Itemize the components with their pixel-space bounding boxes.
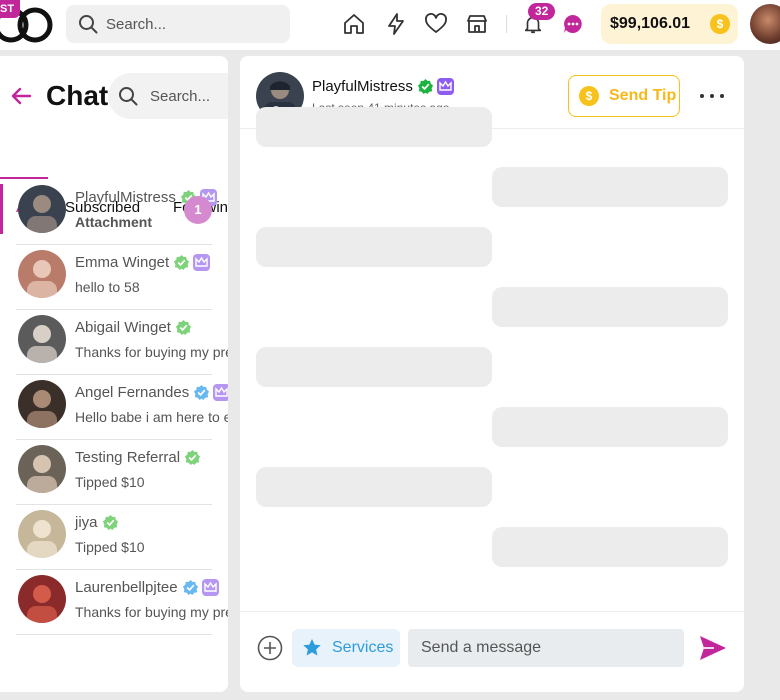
conversation-item[interactable]: Emma Winget hello to 58 [0, 245, 228, 310]
conversation-name-row: PlayfulMistress [312, 78, 454, 95]
heart-icon[interactable] [423, 11, 449, 37]
message-preview: Thanks for buying my premium [75, 344, 228, 360]
chat-search-input[interactable] [150, 87, 228, 105]
unread-count-badge: 1 [184, 196, 212, 224]
avatar [18, 445, 66, 493]
search-icon [79, 15, 98, 34]
message-input-wrapper[interactable] [408, 629, 684, 667]
conversation-name-row: Laurenbellpjtee [75, 579, 219, 596]
message-icon[interactable] [560, 11, 586, 37]
message-preview: Attachment [75, 214, 153, 230]
conversation-name-row: Abigail Winget [75, 319, 192, 336]
global-search-input[interactable] [106, 15, 276, 33]
avatar [18, 250, 66, 298]
crown-badge-icon [436, 78, 454, 95]
conversation-item[interactable]: Laurenbellpjtee Thanks for buying my prem… [0, 570, 228, 635]
conversation-name: Laurenbellpjtee [75, 579, 178, 596]
crown-badge-icon [213, 384, 228, 401]
message-thread [240, 107, 744, 610]
avatar [18, 185, 66, 233]
conversation-item[interactable]: Angel Fernandes Hello babe i am here to e… [0, 375, 228, 440]
conversation-name: Abigail Winget [75, 319, 171, 336]
search-icon [119, 87, 138, 106]
conversation-item[interactable]: Testing Referral Tipped $10 [0, 440, 228, 505]
services-button[interactable]: Services [292, 629, 400, 667]
balance-amount: $99,106.01 [610, 15, 691, 32]
chat-list-panel: Chat All Subscribed Following PlayfulMis… [0, 56, 228, 692]
divider [506, 15, 507, 33]
lightning-icon[interactable] [383, 11, 409, 37]
message-bubble-placeholder [256, 107, 492, 147]
verified-badge-icon [102, 514, 118, 531]
chat-tabs: All Subscribed Following [0, 140, 228, 216]
conversation-list: PlayfulMistress Attachment 1 Emma Winget hel… [0, 180, 228, 635]
verified-badge-icon [417, 78, 433, 95]
verified-badge-icon [174, 254, 190, 271]
global-search[interactable] [66, 5, 290, 43]
avatar [18, 315, 66, 363]
verified-badge-icon [175, 319, 191, 336]
avatar [18, 575, 66, 623]
conversation-name: jiya [75, 514, 98, 531]
star-icon [303, 639, 321, 656]
coin-icon: $ [710, 14, 730, 34]
user-avatar[interactable] [750, 4, 780, 44]
send-tip-label: Send Tip [609, 87, 677, 104]
message-input[interactable] [421, 639, 671, 657]
message-bubble-placeholder [492, 167, 728, 207]
coin-icon: $ [579, 86, 599, 106]
home-icon[interactable] [341, 11, 367, 37]
message-bubble-placeholder [256, 347, 492, 387]
message-composer: Services [240, 611, 744, 692]
active-tab-indicator [0, 177, 48, 179]
page-title: Chat [46, 80, 109, 111]
divider [16, 634, 212, 635]
verified-badge-icon [182, 579, 198, 596]
more-options-icon[interactable] [698, 86, 726, 106]
conversation-name: PlayfulMistress [312, 78, 413, 95]
message-bubble-placeholder [256, 227, 492, 267]
message-bubble-placeholder [492, 407, 728, 447]
message-bubble-placeholder [256, 467, 492, 507]
back-arrow-icon[interactable] [10, 86, 32, 106]
message-preview: Tipped $10 [75, 474, 145, 490]
avatar [18, 380, 66, 428]
conversation-item[interactable]: jiya Tipped $10 [0, 505, 228, 570]
message-bubble-placeholder [492, 287, 728, 327]
send-icon[interactable] [698, 633, 728, 663]
conversation-name-row: Emma Winget [75, 254, 211, 271]
services-label: Services [332, 639, 394, 656]
conversation-item[interactable]: PlayfulMistress Attachment 1 [0, 180, 228, 245]
message-preview: Hello babe i am here to entertain [75, 409, 228, 425]
conversation-name-row: jiya [75, 514, 119, 531]
message-bubble-placeholder [492, 527, 728, 567]
environment-badge: ST [0, 0, 21, 18]
add-attachment-icon[interactable] [257, 635, 283, 661]
conversation-name-row: Testing Referral [75, 449, 201, 466]
notification-count-badge: 32 [528, 3, 556, 20]
store-icon[interactable] [464, 11, 490, 37]
conversation-item[interactable]: Abigail Winget Thanks for buying my premi… [0, 310, 228, 375]
conversation-panel: PlayfulMistress Last seen 41 minutes ago… [240, 56, 744, 692]
message-preview: Thanks for buying my premium [75, 604, 228, 620]
conversation-name-row: Angel Fernandes [75, 384, 228, 401]
conversation-name: Testing Referral [75, 449, 181, 466]
crown-badge-icon [193, 254, 211, 271]
verified-badge-icon [184, 449, 201, 466]
conversation-name: PlayfulMistress [75, 189, 176, 206]
conversation-name: Emma Winget [75, 254, 170, 271]
chat-search[interactable] [108, 73, 228, 119]
verified-badge-icon [194, 384, 210, 401]
top-navbar: ST 32 $99,106.01 $ [0, 0, 780, 50]
message-preview: hello to 58 [75, 279, 140, 295]
wallet-balance[interactable]: $99,106.01 $ [601, 4, 738, 44]
conversation-name: Angel Fernandes [75, 384, 190, 401]
send-tip-button[interactable]: $ Send Tip [568, 75, 680, 117]
selected-indicator [0, 184, 3, 234]
crown-badge-icon [201, 579, 219, 596]
avatar [18, 510, 66, 558]
message-preview: Tipped $10 [75, 539, 145, 555]
